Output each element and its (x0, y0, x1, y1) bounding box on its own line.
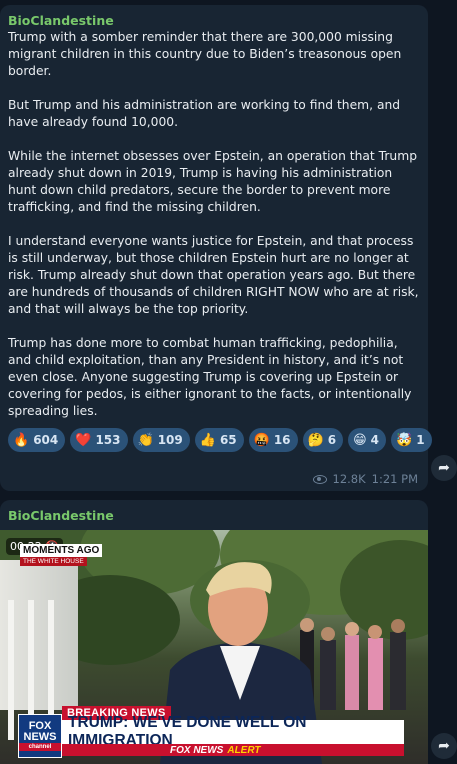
heart-emoji-icon: ❤️ (75, 432, 92, 448)
reaction-angry[interactable]: 🤬 16 (248, 428, 298, 452)
angry-emoji-icon: 🤬 (253, 432, 270, 448)
reaction-thinking[interactable]: 🤔 6 (302, 428, 344, 452)
sender-name[interactable]: BioClandestine (0, 508, 428, 524)
reaction-fire[interactable]: 🔥 604 (8, 428, 66, 452)
message-paragraph: But Trump and his administration are wor… (8, 98, 401, 129)
sender-name[interactable]: BioClandestine (8, 13, 420, 29)
fire-emoji-icon: 🔥 (13, 432, 30, 448)
share-button[interactable]: ➦ (431, 455, 457, 481)
grin-emoji-icon: 😁 (353, 432, 367, 448)
location-tag: THE WHITE HOUSE (20, 557, 87, 566)
reaction-thumbs-up[interactable]: 👍 65 (194, 428, 244, 452)
reaction-count: 153 (95, 433, 121, 447)
share-arrow-icon: ➦ (438, 738, 450, 754)
reactions-bar: 🔥 604 ❤️ 153 👏 109 👍 65 🤬 16 🤔 6 😁 4 🤯 1 (8, 428, 432, 452)
reaction-count: 16 (273, 433, 291, 447)
message-bubble: BioClandestine Trump with a somber remin… (0, 5, 432, 491)
video-player[interactable]: 00:22 🔇 MOMENTS AGO THE WHITE HOUSE FOX … (0, 530, 428, 764)
share-button[interactable]: ➦ (431, 733, 457, 759)
reaction-grin[interactable]: 😁 4 (348, 428, 386, 452)
reaction-count: 1 (416, 433, 425, 447)
message-paragraph: Trump has done more to combat human traf… (8, 336, 412, 418)
clap-emoji-icon: 👏 (137, 432, 154, 448)
news-alert-bar: FOX NEWS ALERT (62, 744, 404, 756)
share-arrow-icon: ➦ (438, 460, 450, 476)
message-bubble: BioClandestine MOMENTS AGO THE WHITE HOU… (0, 500, 428, 764)
reaction-mind-blown[interactable]: 🤯 1 (391, 428, 432, 452)
reaction-count: 65 (219, 433, 237, 447)
reaction-count: 109 (157, 433, 183, 447)
news-headline: TRUMP: WE'VE DONE WELL ON IMMIGRATION (62, 714, 404, 749)
message-paragraph: While the internet obsesses over Epstein… (8, 149, 418, 214)
reaction-heart[interactable]: ❤️ 153 (70, 428, 128, 452)
eye-icon (312, 474, 327, 484)
view-count: 12.8K (332, 472, 366, 486)
reaction-clap[interactable]: 👏 109 (132, 428, 190, 452)
reaction-count: 6 (327, 433, 337, 447)
reaction-count: 4 (370, 433, 379, 447)
moments-ago-tag: MOMENTS AGO (20, 544, 103, 557)
fox-news-logo: FOX NEWS channel (18, 714, 62, 758)
thumbs-up-emoji-icon: 👍 (199, 432, 216, 448)
message-paragraph: Trump with a somber reminder that there … (8, 30, 402, 78)
message-paragraph: I understand everyone wants justice for … (8, 234, 419, 316)
mind-blown-emoji-icon: 🤯 (396, 432, 413, 448)
thinking-emoji-icon: 🤔 (307, 432, 324, 448)
reaction-count: 604 (33, 433, 59, 447)
message-time: 1:21 PM (371, 472, 418, 486)
message-meta: 12.8K 1:21 PM (312, 472, 418, 486)
